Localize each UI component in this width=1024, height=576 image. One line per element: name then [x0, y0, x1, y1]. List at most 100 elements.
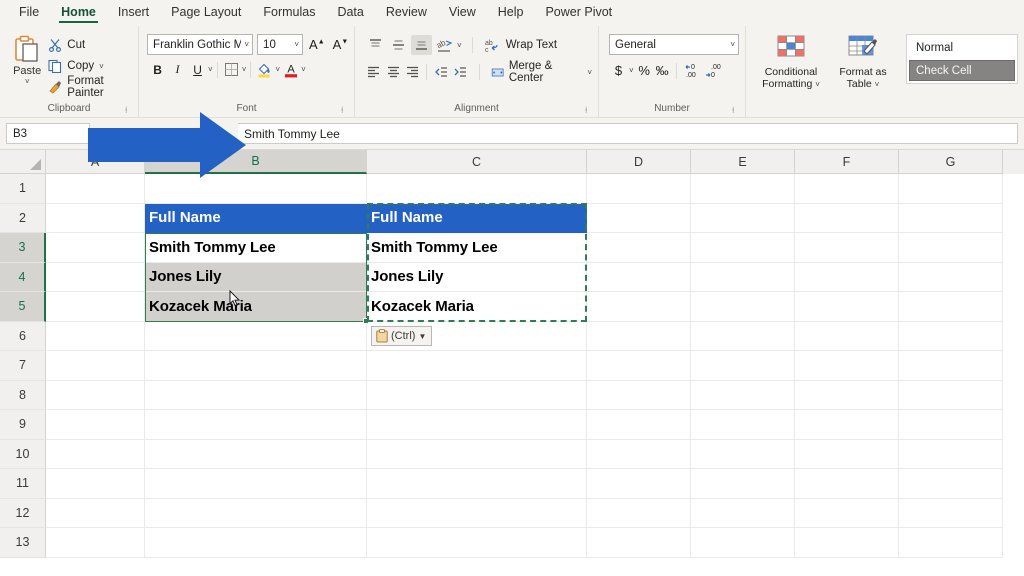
accounting-format-button[interactable]: $	[611, 61, 626, 80]
row-header-2[interactable]: 2	[0, 204, 46, 234]
cell-g2[interactable]	[899, 204, 1003, 234]
fill-handle[interactable]	[363, 318, 369, 324]
row-header-12[interactable]: 12	[0, 499, 46, 529]
cell-f12[interactable]	[795, 499, 899, 529]
cell-b1[interactable]	[145, 174, 367, 204]
cell-d7[interactable]	[587, 351, 691, 381]
tab-data[interactable]: Data	[326, 2, 374, 24]
orientation-button[interactable]: ab	[434, 35, 455, 55]
cell-b13[interactable]	[145, 528, 367, 558]
paste-options-button[interactable]: (Ctrl) ▼	[371, 326, 432, 346]
chevron-down-icon[interactable]: ˅	[629, 67, 634, 75]
merge-and-center-button[interactable]: Merge & Center ˅	[491, 60, 593, 84]
cell-e4[interactable]	[691, 263, 795, 293]
column-header-d[interactable]: D	[587, 150, 691, 174]
cell-e8[interactable]	[691, 381, 795, 411]
tab-help[interactable]: Help	[487, 2, 535, 24]
cell-g10[interactable]	[899, 440, 1003, 470]
cell-f5[interactable]	[795, 292, 899, 322]
fill-color-button[interactable]	[255, 60, 274, 79]
cell-c10[interactable]	[367, 440, 587, 470]
tab-page-layout[interactable]: Page Layout	[160, 2, 252, 24]
cut-button[interactable]: Cut	[48, 36, 132, 54]
align-middle-button[interactable]	[388, 35, 409, 55]
decrease-font-size-button[interactable]: A▼	[331, 37, 351, 52]
cell-a2[interactable]	[46, 204, 145, 234]
cell-d6[interactable]	[587, 322, 691, 352]
percent-format-button[interactable]: %	[637, 61, 652, 80]
cell-b10[interactable]	[145, 440, 367, 470]
cell-a3[interactable]	[46, 233, 145, 263]
decrease-indent-button[interactable]	[432, 62, 449, 82]
clipboard-dialog-launcher-icon[interactable]: ⍿	[125, 106, 134, 115]
chevron-down-icon[interactable]: ˅	[99, 63, 104, 71]
cell-style-check-cell[interactable]: Check Cell	[909, 60, 1015, 81]
cell-d1[interactable]	[587, 174, 691, 204]
cell-b2[interactable]: Full Name	[145, 204, 367, 234]
cell-a1[interactable]	[46, 174, 145, 204]
decrease-decimal-button[interactable]: .00 0	[704, 61, 722, 80]
cell-e1[interactable]	[691, 174, 795, 204]
cell-f9[interactable]	[795, 410, 899, 440]
cell-a9[interactable]	[46, 410, 145, 440]
cell-e2[interactable]	[691, 204, 795, 234]
chevron-down-icon[interactable]: ˅	[457, 42, 462, 50]
cell-a4[interactable]	[46, 263, 145, 293]
cell-c1[interactable]	[367, 174, 587, 204]
cell-a5[interactable]	[46, 292, 145, 322]
number-dialog-launcher-icon[interactable]: ⍿	[732, 106, 741, 115]
cell-f1[interactable]	[795, 174, 899, 204]
cell-b7[interactable]	[145, 351, 367, 381]
cell-b4[interactable]: Jones Lily	[145, 263, 367, 293]
conditional-formatting-button[interactable]: Conditional Formatting ˅	[758, 34, 824, 90]
cell-e6[interactable]	[691, 322, 795, 352]
cell-b8[interactable]	[145, 381, 367, 411]
cell-b6[interactable]	[145, 322, 367, 352]
cell-g1[interactable]	[899, 174, 1003, 204]
cell-f13[interactable]	[795, 528, 899, 558]
tab-review[interactable]: Review	[375, 2, 438, 24]
paste-button[interactable]: Paste ˅	[6, 32, 48, 86]
cell-e5[interactable]	[691, 292, 795, 322]
align-center-button[interactable]	[384, 62, 401, 82]
chevron-down-icon[interactable]: ˅	[875, 80, 880, 89]
cell-g6[interactable]	[899, 322, 1003, 352]
cell-d13[interactable]	[587, 528, 691, 558]
cell-c11[interactable]	[367, 469, 587, 499]
comma-style-button[interactable]: ‰	[655, 61, 670, 80]
cell-g9[interactable]	[899, 410, 1003, 440]
cell-c7[interactable]	[367, 351, 587, 381]
cell-d12[interactable]	[587, 499, 691, 529]
cell-d4[interactable]	[587, 263, 691, 293]
bold-button[interactable]: B	[148, 60, 167, 79]
column-header-f[interactable]: F	[795, 150, 899, 174]
cell-g11[interactable]	[899, 469, 1003, 499]
align-left-button[interactable]	[365, 62, 382, 82]
cell-d2[interactable]	[587, 204, 691, 234]
cell-e11[interactable]	[691, 469, 795, 499]
chevron-down-icon[interactable]: ˅	[275, 66, 280, 74]
name-box[interactable]: B3	[6, 123, 90, 144]
tab-file[interactable]: File	[8, 2, 50, 24]
column-header-c[interactable]: C	[367, 150, 587, 174]
cell-b5[interactable]: Kozacek Maria	[145, 292, 367, 322]
cell-c4[interactable]: Jones Lily	[367, 263, 587, 293]
cell-d8[interactable]	[587, 381, 691, 411]
cell-b11[interactable]	[145, 469, 367, 499]
tab-formulas[interactable]: Formulas	[252, 2, 326, 24]
cell-f10[interactable]	[795, 440, 899, 470]
cell-g5[interactable]	[899, 292, 1003, 322]
cell-d10[interactable]	[587, 440, 691, 470]
chevron-down-icon[interactable]: ˅	[25, 78, 30, 86]
select-all-button[interactable]	[0, 150, 46, 174]
cell-c12[interactable]	[367, 499, 587, 529]
font-name-combobox[interactable]: Franklin Gothic M ˅	[147, 34, 253, 55]
row-header-11[interactable]: 11	[0, 469, 46, 499]
cell-c9[interactable]	[367, 410, 587, 440]
cell-c13[interactable]	[367, 528, 587, 558]
tab-home[interactable]: Home	[50, 2, 107, 24]
row-header-1[interactable]: 1	[0, 174, 46, 204]
align-right-button[interactable]	[404, 62, 421, 82]
column-header-b[interactable]: B	[145, 150, 367, 174]
cell-c3[interactable]: Smith Tommy Lee	[367, 233, 587, 263]
